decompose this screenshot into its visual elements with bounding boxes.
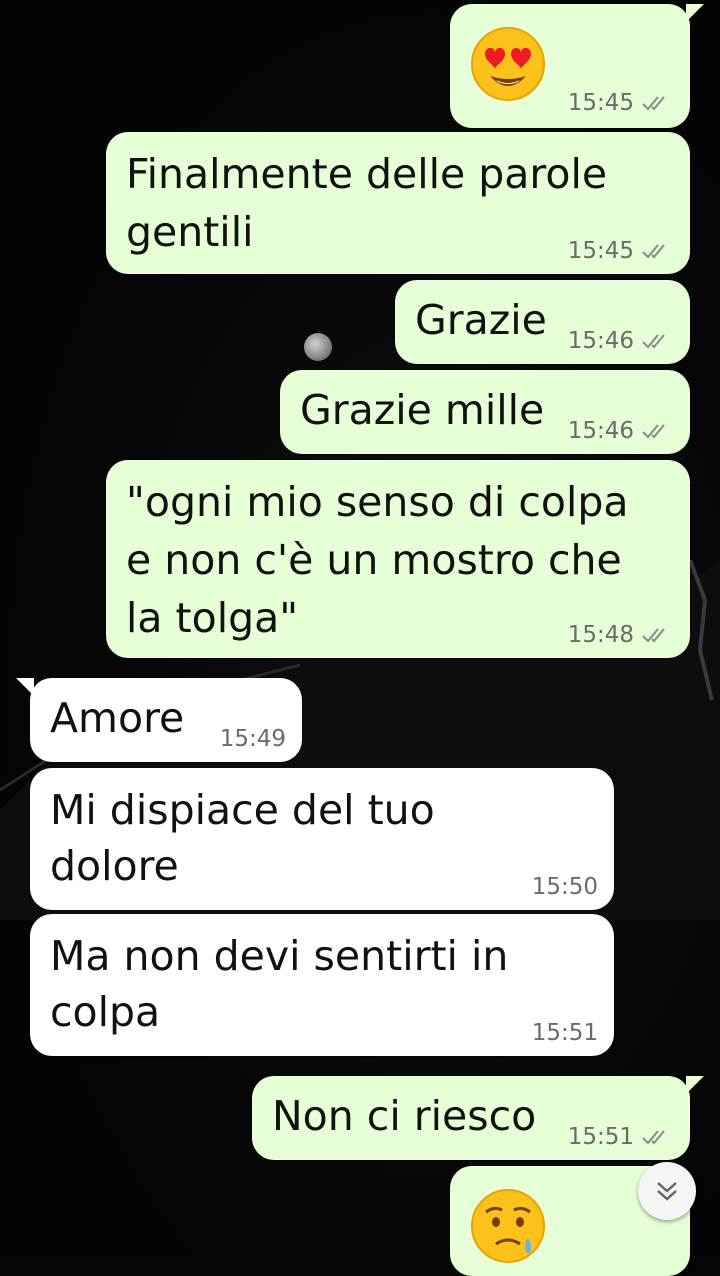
message-meta: 15:51 — [568, 1124, 672, 1150]
message-time: 15:46 — [567, 418, 634, 444]
message-text: Mi dispiace del tuo — [50, 786, 435, 834]
message-text: la tolga" — [126, 594, 299, 642]
message-bubble-outgoing[interactable]: Grazie mille 15:46 — [280, 370, 690, 454]
message-meta: 15:46 — [568, 418, 672, 444]
double-check-icon — [642, 424, 665, 439]
message-text: e non c'è un mostro che — [126, 536, 622, 584]
double-check-icon — [642, 1130, 665, 1145]
message-text: Finalmente delle parole — [126, 150, 608, 198]
double-chevron-down-icon — [657, 1182, 677, 1201]
message-meta: 15:50 — [532, 874, 598, 900]
message-meta: 15:45 — [568, 238, 672, 264]
double-check-icon — [642, 628, 665, 643]
heart-eyes-emoji-icon — [471, 27, 545, 101]
message-bubble-outgoing[interactable]: Finalmente delle parole gentili 15:45 — [106, 132, 690, 274]
message-text: Amore — [50, 694, 185, 742]
double-check-icon — [642, 334, 665, 349]
message-text: Grazie mille — [300, 386, 545, 434]
message-time: 15:51 — [531, 1020, 598, 1046]
message-text: "ogni mio senso di colpa — [126, 478, 629, 526]
message-text: Ma non devi sentirti in — [50, 932, 509, 980]
message-meta: 15:49 — [220, 726, 286, 752]
message-time: 15:50 — [531, 874, 598, 900]
scroll-to-bottom-button[interactable] — [638, 1162, 696, 1220]
moon — [304, 333, 332, 361]
message-bubble-outgoing[interactable]: Non ci riesco 15:51 — [252, 1076, 704, 1160]
message-time: 15:45 — [567, 238, 634, 264]
message-bubble-outgoing[interactable]: Grazie 15:46 — [395, 280, 690, 364]
message-bubble-incoming[interactable]: Mi dispiace del tuo dolore 15:50 — [30, 768, 614, 910]
message-time: 15:51 — [567, 1124, 634, 1150]
message-time: 15:49 — [219, 726, 286, 752]
message-time: 15:45 — [567, 90, 634, 116]
message-time: 15:48 — [567, 622, 634, 648]
message-text: gentili — [126, 208, 254, 256]
double-check-icon — [642, 96, 665, 111]
message-bubble-incoming[interactable]: Amore 15:49 — [16, 678, 302, 762]
sad-relieved-emoji-icon — [471, 1189, 545, 1263]
message-text: Non ci riesco — [272, 1092, 537, 1140]
message-text: dolore — [50, 842, 179, 890]
message-meta: 15:51 — [532, 1020, 598, 1046]
message-time: 15:46 — [567, 328, 634, 354]
message-meta: 15:45 — [568, 90, 672, 116]
message-meta: 15:48 — [568, 622, 672, 648]
message-text: Grazie — [415, 296, 547, 344]
message-bubble-outgoing[interactable]: 15:45 — [450, 4, 704, 128]
message-bubble-outgoing[interactable]: "ogni mio senso di colpa e non c'è un mo… — [106, 460, 690, 658]
message-meta: 15:46 — [568, 328, 672, 354]
double-check-icon — [642, 244, 665, 259]
message-bubble-incoming[interactable]: Ma non devi sentirti in colpa 15:51 — [30, 914, 614, 1056]
message-text: colpa — [50, 988, 161, 1036]
